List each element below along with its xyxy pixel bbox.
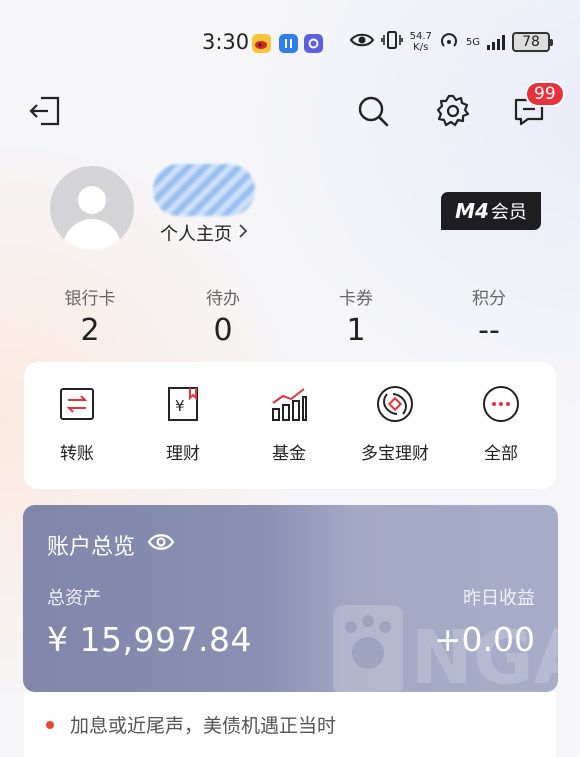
avatar[interactable] (50, 166, 134, 250)
quick-action-label: 转账 (60, 444, 94, 464)
homepage-link[interactable]: 个人主页 (160, 220, 248, 246)
account-overview-card[interactable]: 账户总览 NGA 总资产 昨日收益 ¥ 15,997.84 +0.00 (23, 505, 558, 692)
yesterday-income-value: +0.00 (433, 620, 535, 659)
avatar-body (63, 219, 121, 250)
stat-label: 卡券 (339, 289, 373, 309)
quick-action-fund[interactable]: 基金 (236, 384, 342, 464)
member-badge[interactable]: M4 会员 (441, 192, 541, 230)
weibo-icon (252, 34, 271, 53)
svg-text:¥: ¥ (175, 397, 185, 415)
more-icon (481, 384, 521, 424)
app-icon (279, 34, 298, 53)
hotspot-icon (439, 30, 459, 54)
stat-points[interactable]: 积分 -- (439, 284, 539, 348)
quick-action-label: 全部 (484, 444, 518, 464)
stat-label: 待办 (206, 289, 240, 309)
quick-action-transfer[interactable]: 转账 (24, 384, 130, 464)
app-icon (304, 34, 323, 53)
status-bar: 3:30 54.7 K/s 5G 78 (0, 26, 580, 60)
quick-action-label: 基金 (272, 444, 306, 464)
yesterday-income-label: 昨日收益 (463, 588, 535, 609)
quick-action-label: 理财 (166, 444, 200, 464)
total-assets-value: ¥ 15,997.84 (47, 620, 252, 659)
message-badge: 99 (525, 81, 565, 107)
net-speed: 54.7 K/s (409, 31, 432, 53)
search-icon[interactable] (354, 92, 392, 130)
transfer-icon (57, 384, 97, 424)
ticker-text: 加息或近尾声，美债机遇正当时 (70, 715, 337, 737)
homepage-label: 个人主页 (160, 224, 232, 245)
account-title: 账户总览 (47, 529, 175, 561)
wealth-icon: ¥ (163, 384, 203, 424)
vibrate-icon (380, 30, 403, 54)
quick-action-duobao[interactable]: 多宝理财 (342, 384, 448, 464)
member-label: 会员 (490, 202, 527, 223)
stat-label: 银行卡 (64, 289, 116, 309)
quick-actions-card: 转账 ¥ 理财 基金 多宝理财 全部 (24, 362, 556, 489)
stat-bank-cards[interactable]: 银行卡 2 (40, 284, 140, 348)
ticker-dot (46, 720, 54, 729)
account-title-text: 账户总览 (47, 535, 136, 560)
username-obscured (153, 164, 255, 216)
eye-icon[interactable] (147, 532, 175, 558)
stat-coupons[interactable]: 卡券 1 (306, 284, 406, 348)
quick-action-all[interactable]: 全部 (448, 384, 554, 464)
network-type: 5G (465, 36, 480, 48)
fund-chart-icon (269, 384, 309, 424)
top-nav (0, 86, 580, 134)
battery-level: 78 (522, 34, 540, 50)
status-icons: 54.7 K/s 5G 78 (349, 30, 553, 54)
battery-icon: 78 (512, 32, 553, 52)
quick-action-label: 多宝理财 (361, 444, 429, 464)
avatar-head (78, 186, 106, 214)
chevron-right-icon (238, 223, 248, 244)
exit-icon[interactable] (26, 92, 64, 130)
signal-icon (487, 34, 505, 50)
status-time: 3:30 (202, 30, 250, 54)
total-assets-label: 总资产 (47, 588, 101, 609)
stat-value: 1 (346, 313, 366, 348)
news-ticker[interactable]: 加息或近尾声，美债机遇正当时 (24, 692, 556, 757)
stat-label: 积分 (472, 289, 506, 309)
duobao-icon (375, 384, 415, 424)
quick-action-wealth[interactable]: ¥ 理财 (130, 384, 236, 464)
settings-icon[interactable] (434, 92, 472, 130)
stat-value: 0 (213, 313, 233, 348)
stat-value: 2 (80, 313, 100, 348)
eye-icon (349, 32, 374, 52)
member-level: M4 (455, 199, 489, 223)
stat-value: -- (478, 313, 500, 348)
stat-todo[interactable]: 待办 0 (173, 284, 273, 348)
